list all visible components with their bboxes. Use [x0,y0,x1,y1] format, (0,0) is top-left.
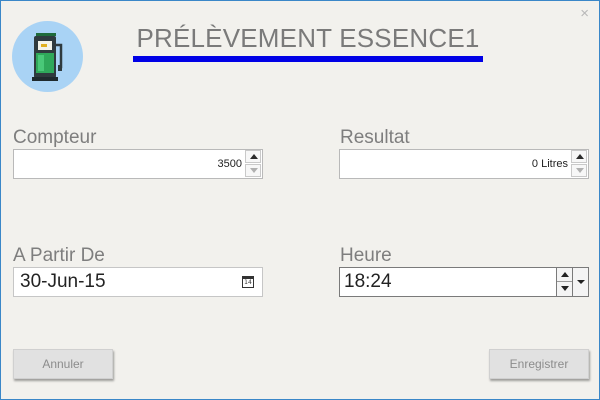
resultat-input[interactable]: 0 Litres [339,149,589,179]
compteur-value: 3500 [217,158,242,170]
heure-stepper[interactable] [556,268,572,296]
compteur-stepper[interactable] [244,150,262,178]
resultat-increment-button[interactable] [571,150,587,163]
a-partir-de-label: A Partir De [13,245,105,266]
heure-value: 18:24 [344,271,392,292]
a-partir-de-date-picker[interactable]: 30-Jun-15 14 [13,267,263,297]
cancel-button[interactable]: Annuler [13,349,113,379]
close-icon[interactable]: × [580,5,589,23]
arrow-down-icon [250,168,258,173]
arrow-up-icon [250,154,258,159]
compteur-increment-button[interactable] [245,150,261,163]
save-button[interactable]: Enregistrer [489,349,589,379]
compteur-input[interactable]: 3500 [13,149,263,179]
arrow-down-icon [561,286,569,291]
heure-label: Heure [340,245,392,266]
calendar-icon-day: 14 [244,279,252,286]
chevron-down-icon [577,280,585,284]
title-underline [133,56,483,62]
resultat-value: 0 Litres [531,158,568,170]
resultat-decrement-button[interactable] [571,164,587,177]
arrow-up-icon [576,154,584,159]
fuel-pump-icon [12,21,83,92]
compteur-decrement-button[interactable] [245,164,261,177]
dialog-window: × PRÉLÈVEMENT ESSENCE1 Compteur 3500 Res… [0,0,600,400]
resultat-stepper[interactable] [570,150,588,178]
arrow-down-icon [576,168,584,173]
resultat-label: Resultat [340,127,410,148]
heure-time-picker[interactable]: 18:24 [339,267,589,297]
calendar-icon[interactable]: 14 [242,276,254,288]
a-partir-de-value: 30-Jun-15 [20,271,106,292]
page-title: PRÉLÈVEMENT ESSENCE1 [136,23,480,53]
heure-dropdown-button[interactable] [572,268,588,296]
arrow-up-icon [561,272,569,277]
heure-decrement-button[interactable] [557,282,572,296]
heure-increment-button[interactable] [557,268,572,282]
compteur-label: Compteur [13,127,97,148]
